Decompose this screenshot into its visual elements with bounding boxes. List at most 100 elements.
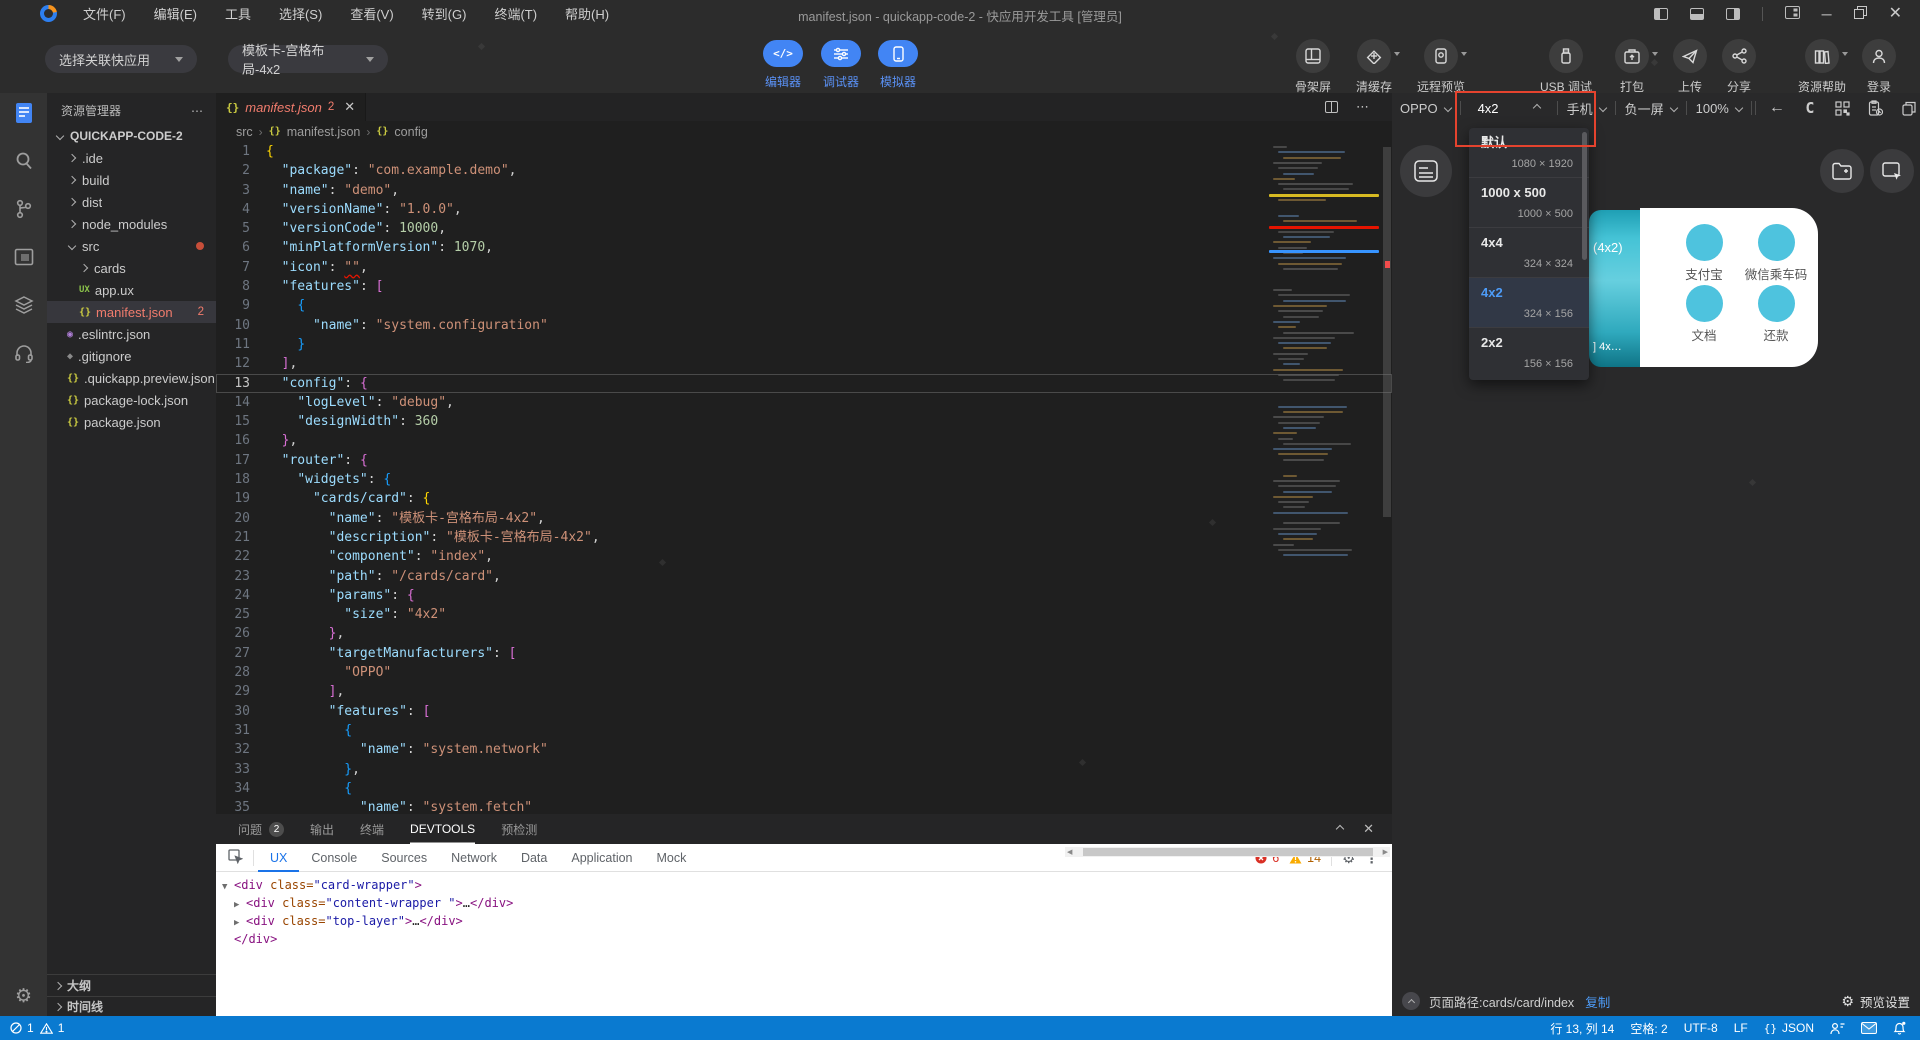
restore-icon[interactable] (1854, 6, 1867, 22)
code-line-16[interactable]: 16 }, (216, 431, 1392, 450)
window-frame-icon[interactable] (0, 237, 47, 277)
size-option-1000x500[interactable]: 1000 x 5001000 × 500 (1469, 178, 1589, 228)
tree-item-.quickapp.preview.json[interactable]: {}.quickapp.preview.json (47, 367, 216, 389)
copy-path-link[interactable]: 复制 (1585, 992, 1610, 1011)
code-line-3[interactable]: 3 "name": "demo", (216, 181, 1392, 200)
settings-gear-icon[interactable]: ⚙ (0, 976, 47, 1016)
mail-icon[interactable] (1861, 1022, 1877, 1034)
breadcrumb[interactable]: src › {} manifest.json › {} config (236, 121, 428, 142)
code-line-26[interactable]: 26 }, (216, 624, 1392, 643)
breadcrumb-file[interactable]: manifest.json (287, 125, 361, 139)
tree-item-.ide[interactable]: .ide (47, 147, 216, 169)
code-line-34[interactable]: 34 { (216, 779, 1392, 798)
tree-item-cards[interactable]: cards (47, 257, 216, 279)
grid-app-支付宝[interactable]: 支付宝 (1668, 224, 1740, 283)
devtools-tab-network[interactable]: Network (439, 844, 509, 872)
menu-item[interactable]: 文件(F) (71, 0, 138, 27)
devtools-tab-sources[interactable]: Sources (369, 844, 439, 872)
open-file-button[interactable] (1820, 149, 1864, 193)
code-line-5[interactable]: 5 "versionCode": 10000, (216, 219, 1392, 238)
preview-settings-button[interactable]: 预览设置 (1860, 992, 1910, 1011)
qr-code-icon[interactable] (1831, 101, 1855, 116)
card-panel-button[interactable] (1400, 145, 1452, 197)
code-line-22[interactable]: 22 "component": "index", (216, 547, 1392, 566)
window-pointer-button[interactable] (1870, 149, 1914, 193)
share-button[interactable]: 分享 (1704, 39, 1774, 95)
device-mode-select[interactable]: 手机 (1567, 99, 1606, 118)
explorer-view-icon[interactable] (0, 93, 47, 133)
code-line-12[interactable]: 12 ], (216, 354, 1392, 373)
code-line-20[interactable]: 20 "name": "模板卡-宫格布局-4x2", (216, 509, 1392, 528)
close-panel-icon[interactable]: ✕ (1363, 821, 1374, 837)
tree-item-QUICKAPP-CODE-2[interactable]: QUICKAPP-CODE-2 (47, 125, 216, 147)
customize-layout-icon[interactable] (1785, 6, 1800, 22)
eol-sequence[interactable]: LF (1734, 1021, 1748, 1035)
tree-item-app.ux[interactable]: UXapp.ux (47, 279, 216, 301)
grid-app-文档[interactable]: 文档 (1668, 285, 1740, 344)
code-line-23[interactable]: 23 "path": "/cards/card", (216, 567, 1392, 586)
maximize-panel-icon[interactable] (1336, 825, 1344, 833)
problems-errors[interactable]: 1 (10, 1021, 34, 1035)
tree-item-.gitignore[interactable]: ◆.gitignore (47, 345, 216, 367)
code-line-35[interactable]: 35 "name": "system.fetch" (216, 798, 1392, 814)
device-select[interactable]: OPPO (1400, 101, 1451, 116)
more-actions-icon[interactable]: ⋯ (191, 104, 204, 118)
dropdown-scrollbar-thumb[interactable] (1582, 132, 1587, 260)
panel-tab-DEVTOOLS[interactable]: DEVTOOLS (410, 814, 475, 844)
dom-node[interactable]: ▶<div class="content-wrapper ">…</div> (222, 894, 513, 912)
back-arrow-icon[interactable]: ← (1765, 99, 1789, 117)
scroll-left-icon[interactable]: ◀ (1065, 848, 1074, 856)
panel-tab-输出[interactable]: 输出 (310, 814, 334, 844)
search-icon[interactable] (0, 141, 47, 181)
encoding[interactable]: UTF-8 (1684, 1021, 1718, 1035)
skeleton-screen-button[interactable]: 骨架屏 (1278, 39, 1348, 95)
problems-warnings[interactable]: 1 (40, 1021, 65, 1035)
code-line-33[interactable]: 33 }, (216, 760, 1392, 779)
notification-bell-icon[interactable] (1893, 1021, 1906, 1035)
outline-section[interactable]: 大纲 (47, 974, 216, 996)
widget-grid-preview[interactable]: 支付宝微信乘车码文档还款 (1640, 208, 1818, 367)
grid-app-微信乘车码[interactable]: 微信乘车码 (1740, 224, 1812, 283)
dom-node[interactable]: ▶<div class="top-layer">…</div> (222, 912, 513, 930)
menu-item[interactable]: 工具 (213, 0, 263, 27)
horizontal-scrollbar[interactable]: ◀ ▶ (1065, 847, 1390, 857)
code-line-18[interactable]: 18 "widgets": { (216, 470, 1392, 489)
scrollbar-thumb[interactable] (1083, 848, 1373, 856)
refresh-icon[interactable]: C (1798, 99, 1822, 117)
tree-item-dist[interactable]: dist (47, 191, 216, 213)
cursor-position[interactable]: 行 13, 列 14 (1550, 1020, 1614, 1037)
inspect-element-icon[interactable] (216, 849, 253, 867)
template-select[interactable]: 模板卡-宫格布局-4x2 (228, 45, 388, 73)
editor-mode-button[interactable]: </> 编辑器 (763, 40, 803, 90)
tree-item-nodemodules[interactable]: node_modules (47, 213, 216, 235)
devtools-tab-application[interactable]: Application (559, 844, 644, 872)
code-line-32[interactable]: 32 "name": "system.network" (216, 740, 1392, 759)
panel-tab-终端[interactable]: 终端 (360, 814, 384, 844)
grid-app-还款[interactable]: 还款 (1740, 285, 1812, 344)
code-line-4[interactable]: 4 "versionName": "1.0.0", (216, 200, 1392, 219)
code-line-28[interactable]: 28 "OPPO" (216, 663, 1392, 682)
login-button[interactable]: 登录 (1844, 39, 1914, 95)
linked-app-select[interactable]: 选择关联快应用 (45, 45, 197, 73)
screen-select[interactable]: 负一屏 (1625, 99, 1677, 118)
layers-icon[interactable] (0, 285, 47, 325)
menu-item[interactable]: 转到(G) (410, 0, 479, 27)
code-line-29[interactable]: 29 ], (216, 682, 1392, 701)
close-tab-icon[interactable]: ✕ (344, 99, 355, 115)
feedback-icon[interactable] (1830, 1022, 1845, 1035)
dom-node[interactable]: </div> (222, 930, 513, 948)
tree-item-manifest.json[interactable]: {}manifest.json2 (47, 301, 216, 323)
menu-item[interactable]: 编辑(E) (142, 0, 209, 27)
code-line-6[interactable]: 6 "minPlatformVersion": 1070, (216, 238, 1392, 257)
support-headset-icon[interactable] (0, 333, 47, 373)
minimize-icon[interactable]: ─ (1822, 7, 1832, 21)
dom-tree[interactable]: ▼<div class="card-wrapper">▶<div class="… (222, 876, 513, 948)
menu-item[interactable]: 选择(S) (267, 0, 334, 27)
breadcrumb-symbol[interactable]: config (394, 125, 427, 139)
widget-banner-preview[interactable]: (4x2) ] 4x… (1589, 210, 1640, 367)
size-option-2x2[interactable]: 2x2156 × 156 (1469, 328, 1589, 377)
panel-tab-问题[interactable]: 问题2 (238, 814, 284, 844)
code-line-9[interactable]: 9 { (216, 296, 1392, 315)
code-line-30[interactable]: 30 "features": [ (216, 702, 1392, 721)
code-line-19[interactable]: 19 "cards/card": { (216, 489, 1392, 508)
